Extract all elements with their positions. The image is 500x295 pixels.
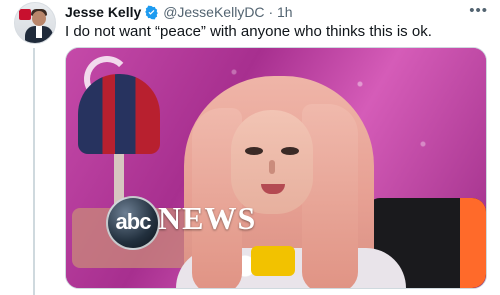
avatar-shirt [36, 26, 42, 38]
author-avatar[interactable] [14, 2, 56, 44]
avatar-head [32, 11, 46, 26]
header-separator: · [268, 4, 274, 20]
person-mouth [261, 184, 285, 194]
person-face [231, 110, 313, 214]
tweet-media-image[interactable]: abc NEWS [65, 47, 487, 289]
chair-accent [460, 198, 486, 288]
tweet-header: Jesse Kelly @JesseKellyDC · 1h [65, 3, 293, 21]
abc-logo-text: abc [115, 209, 152, 234]
tweet[interactable]: Jesse Kelly @JesseKellyDC · 1h ••• I do … [0, 0, 500, 295]
football-helmet-prop [78, 74, 160, 154]
verified-badge-icon [144, 5, 159, 20]
tweet-text: I do not want “peace” with anyone who th… [65, 23, 432, 40]
abc-news-logo-icon: abc [106, 196, 160, 250]
tweet-timestamp[interactable]: 1h [277, 4, 293, 20]
news-watermark-text: NEWS [158, 200, 257, 236]
person-right-eye [281, 147, 299, 155]
thread-line [33, 48, 35, 295]
person-collar [251, 246, 295, 276]
person-nose [269, 160, 275, 174]
person-hair-right [302, 104, 358, 288]
avatar-logo-mark [19, 9, 31, 20]
author-name[interactable]: Jesse Kelly [65, 4, 141, 20]
person-left-eye [245, 147, 263, 155]
author-handle[interactable]: @JesseKellyDC [163, 4, 264, 20]
more-options-icon[interactable]: ••• [469, 2, 488, 19]
